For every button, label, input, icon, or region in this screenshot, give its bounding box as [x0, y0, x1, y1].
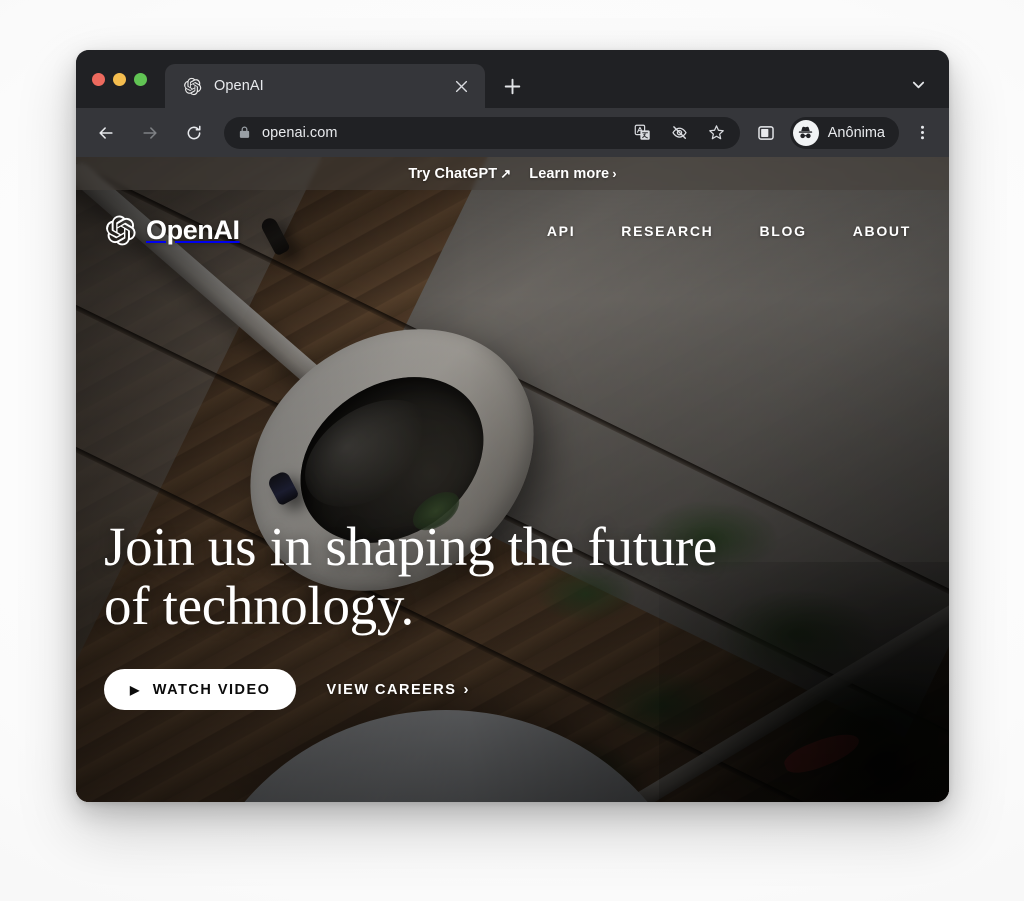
side-panel-button[interactable] [750, 117, 782, 149]
view-careers-label: VIEW CAREERS [326, 681, 457, 698]
site-header: OpenAI API RESEARCH BLOG ABOUT [76, 190, 949, 247]
browser-menu-button[interactable] [907, 117, 937, 149]
address-bar[interactable]: openai.com [224, 116, 740, 149]
minimize-window-button[interactable] [113, 72, 126, 86]
nav-item-about[interactable]: ABOUT [853, 223, 911, 239]
tab-title: OpenAI [214, 78, 264, 94]
nav-item-research[interactable]: RESEARCH [621, 223, 713, 239]
try-chatgpt-link[interactable]: Try ChatGPT ↗ [408, 166, 511, 182]
bookmark-button[interactable] [704, 120, 730, 146]
avatar [792, 119, 819, 146]
site-navigation: API RESEARCH BLOG ABOUT [547, 223, 917, 239]
hero-actions: ▶ WATCH VIDEO VIEW CAREERS › [104, 669, 921, 710]
hero-content: Join us in shaping the future of technol… [76, 518, 949, 802]
profile-chip-incognito[interactable]: Anônima [789, 116, 899, 149]
external-link-arrow-icon: ↗ [500, 165, 512, 181]
nav-item-blog[interactable]: BLOG [759, 223, 806, 239]
back-button[interactable] [90, 117, 122, 149]
lock-icon [239, 126, 250, 138]
browser-window: OpenAI openai.com Anônima Try ChatGPT ↗ … [76, 50, 949, 802]
tab-search-button[interactable] [903, 69, 933, 99]
translate-button[interactable] [630, 120, 656, 146]
page-viewport: Try ChatGPT ↗ Learn more › OpenAI API RE… [76, 157, 949, 802]
learn-more-label: Learn more [529, 165, 610, 182]
arrow-right-icon [143, 126, 157, 139]
watch-video-button[interactable]: ▶ WATCH VIDEO [104, 669, 297, 710]
tab-strip: OpenAI [76, 50, 949, 108]
three-dot-menu-icon [920, 125, 924, 140]
maximize-window-button[interactable] [134, 72, 147, 86]
play-icon: ▶ [130, 682, 141, 697]
reload-button[interactable] [178, 117, 210, 149]
learn-more-link[interactable]: Learn more › [529, 166, 616, 182]
page-backdrop: OpenAI openai.com Anônima Try ChatGPT ↗ … [0, 0, 1024, 901]
promo-banner: Try ChatGPT ↗ Learn more › [76, 157, 949, 190]
chevron-down-icon [912, 81, 924, 88]
chevron-right-icon: › [612, 166, 617, 181]
eye-off-icon [672, 126, 687, 140]
hero-title: Join us in shaping the future of technol… [104, 516, 718, 636]
url-text[interactable]: openai.com [262, 125, 619, 141]
browser-tab-openai[interactable]: OpenAI [165, 64, 485, 108]
openai-logo-icon [184, 77, 202, 95]
brand-name: OpenAI [146, 215, 240, 245]
side-panel-icon [758, 125, 774, 140]
view-careers-link[interactable]: VIEW CAREERS › [326, 681, 468, 698]
tracking-protection-button[interactable] [667, 120, 693, 146]
try-chatgpt-label: Try ChatGPT [408, 165, 498, 182]
close-icon [455, 80, 467, 92]
star-icon [709, 125, 725, 140]
arrow-left-icon [99, 126, 113, 139]
reload-icon [187, 125, 201, 139]
translate-icon [634, 124, 650, 140]
openai-website: Try ChatGPT ↗ Learn more › OpenAI API RE… [76, 157, 949, 802]
window-traffic-lights [92, 50, 165, 108]
profile-name: Anônima [827, 124, 885, 141]
chevron-right-icon: › [463, 681, 469, 698]
toolbar-right-cluster: Anônima [742, 116, 937, 149]
openai-knot-icon [106, 215, 136, 246]
forward-button[interactable] [134, 117, 166, 149]
incognito-icon [799, 126, 813, 139]
close-window-button[interactable] [92, 72, 105, 86]
brand-logo-link[interactable]: OpenAI [104, 214, 240, 247]
watch-video-label: WATCH VIDEO [152, 681, 271, 698]
close-tab-button[interactable] [449, 74, 473, 98]
browser-toolbar: openai.com Anônima [76, 108, 949, 157]
plus-icon [504, 78, 520, 94]
new-tab-button[interactable] [495, 69, 529, 103]
nav-item-api[interactable]: API [547, 223, 575, 239]
